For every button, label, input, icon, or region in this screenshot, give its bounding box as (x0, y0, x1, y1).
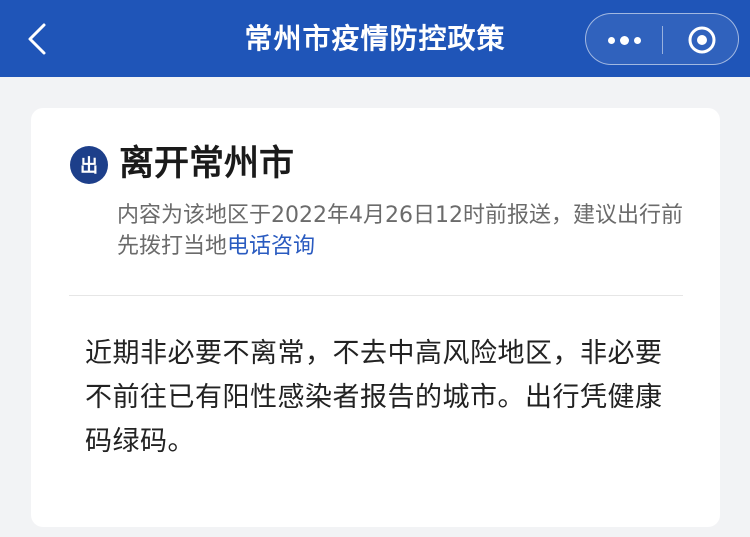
more-dots-icon (607, 36, 615, 44)
departure-badge: 出 (70, 146, 108, 184)
divider (69, 295, 683, 296)
report-notice: 内容为该地区于2022年4月26日12时前报送，建议出行前先拨打当地电话咨询 (117, 200, 687, 262)
close-button[interactable] (663, 14, 740, 66)
phone-consult-link[interactable]: 电话咨询 (227, 234, 315, 259)
policy-body: 近期非必要不离常，不去中高风险地区，非必要不前往已有阳性感染者报告的城市。出行凭… (85, 338, 663, 457)
notice-text: 内容为该地区于2022年4月26日12时前报送，建议出行前先拨打当地 (117, 203, 683, 259)
card-title: 离开常州市 (119, 144, 295, 184)
more-button[interactable] (586, 14, 662, 66)
miniprogram-capsule (585, 13, 739, 65)
navigation-bar: 常州市疫情防控政策 (0, 0, 750, 77)
policy-card: 出 离开常州市 内容为该地区于2022年4月26日12时前报送，建议出行前先拨打… (31, 108, 720, 527)
target-circle-icon (688, 26, 715, 54)
